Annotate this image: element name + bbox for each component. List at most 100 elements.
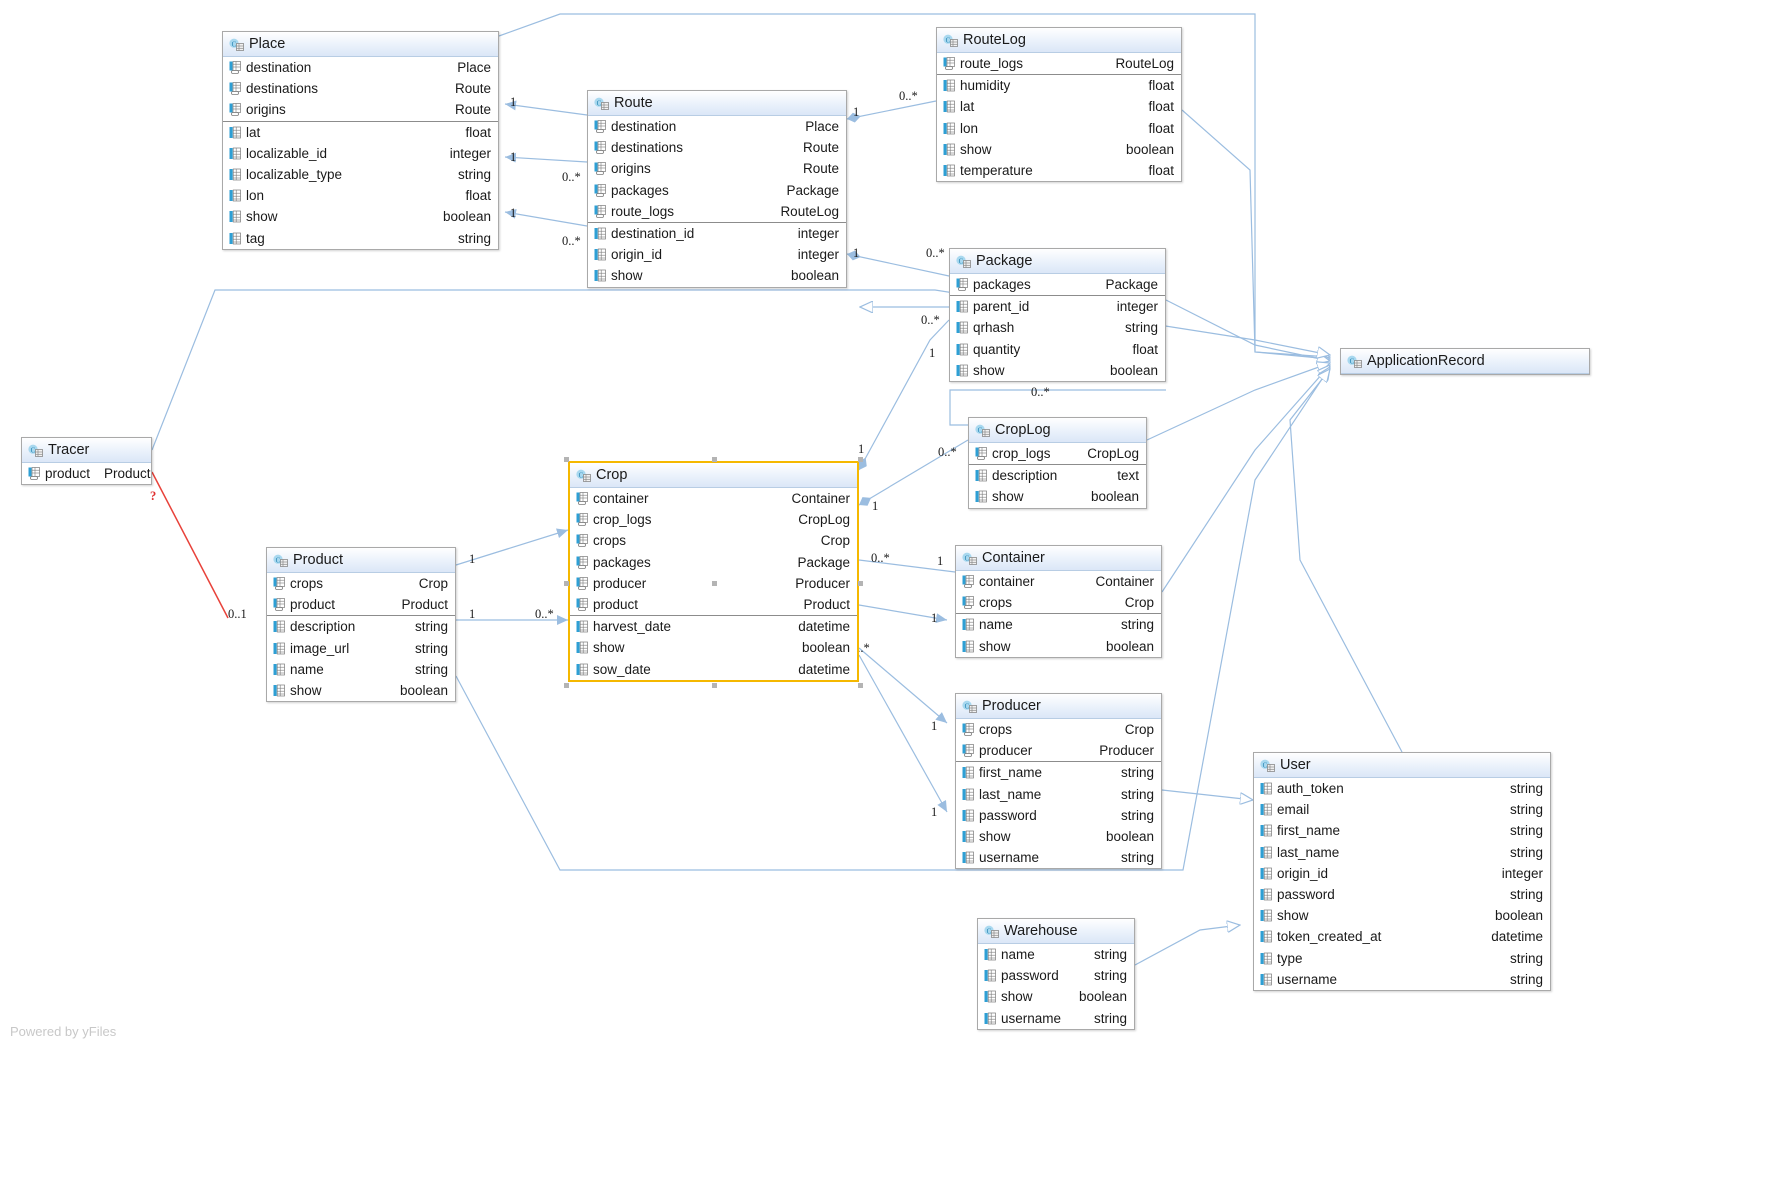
- attribute-row[interactable]: show boolean: [937, 139, 1181, 160]
- attribute-row[interactable]: password string: [956, 805, 1161, 826]
- attribute-row[interactable]: localizable_id integer: [223, 143, 498, 164]
- association-row[interactable]: crops Crop: [570, 530, 857, 551]
- attribute-row[interactable]: username string: [978, 1008, 1134, 1029]
- attribute-row[interactable]: token_created_at datetime: [1254, 926, 1550, 947]
- attribute-row[interactable]: lon float: [223, 185, 498, 206]
- association-row[interactable]: container Container: [570, 488, 857, 509]
- class-header[interactable]: C Container: [956, 546, 1161, 571]
- attribute-row[interactable]: sow_date datetime: [570, 659, 857, 680]
- attribute-row[interactable]: destination_id integer: [588, 223, 846, 244]
- selection-resize-handle[interactable]: [564, 683, 569, 688]
- association-row[interactable]: origins Route: [223, 99, 498, 120]
- association-row[interactable]: packages Package: [950, 274, 1165, 295]
- class-header[interactable]: C User: [1254, 753, 1550, 778]
- uml-class-product[interactable]: C Product crops Crop product Product descripti…: [266, 547, 456, 703]
- association-row[interactable]: product Product: [267, 594, 455, 615]
- attribute-row[interactable]: humidity float: [937, 75, 1181, 96]
- attribute-row[interactable]: show boolean: [978, 986, 1134, 1007]
- class-header[interactable]: C Producer: [956, 694, 1161, 719]
- uml-class-container[interactable]: C Container container Container crops Crop nam…: [955, 545, 1162, 658]
- attribute-row[interactable]: show boolean: [588, 265, 846, 286]
- uml-class-tracer[interactable]: C Tracer product Product: [21, 437, 152, 486]
- attribute-row[interactable]: tag string: [223, 228, 498, 249]
- association-row[interactable]: crops Crop: [956, 592, 1161, 613]
- uml-diagram-canvas[interactable]: C Place destination Place destinations Route o…: [0, 0, 1790, 1195]
- uml-class-warehouse[interactable]: C Warehouse name string password string show bo…: [977, 918, 1135, 1030]
- attribute-row[interactable]: show boolean: [956, 636, 1161, 657]
- uml-class-applicationrecord[interactable]: C ApplicationRecord: [1340, 348, 1590, 375]
- association-row[interactable]: crops Crop: [267, 573, 455, 594]
- selection-resize-handle[interactable]: [858, 683, 863, 688]
- class-header[interactable]: C Package: [950, 249, 1165, 274]
- association-row[interactable]: route_logs RouteLog: [588, 201, 846, 222]
- attribute-row[interactable]: show boolean: [1254, 905, 1550, 926]
- uml-class-place[interactable]: C Place destination Place destinations Route o…: [222, 31, 499, 250]
- attribute-row[interactable]: origin_id integer: [588, 244, 846, 265]
- association-row[interactable]: destinations Route: [223, 78, 498, 99]
- attribute-row[interactable]: name string: [978, 944, 1134, 965]
- association-row[interactable]: product Product: [22, 463, 151, 484]
- association-row[interactable]: packages Package: [588, 180, 846, 201]
- attribute-row[interactable]: image_url string: [267, 638, 455, 659]
- attribute-row[interactable]: show boolean: [956, 826, 1161, 847]
- association-row[interactable]: destination Place: [588, 116, 846, 137]
- attribute-row[interactable]: password string: [978, 965, 1134, 986]
- attribute-row[interactable]: localizable_type string: [223, 164, 498, 185]
- attribute-row[interactable]: type string: [1254, 948, 1550, 969]
- attribute-row[interactable]: description text: [969, 465, 1146, 486]
- selection-resize-handle[interactable]: [858, 581, 863, 586]
- attribute-row[interactable]: harvest_date datetime: [570, 616, 857, 637]
- attribute-row[interactable]: username string: [956, 847, 1161, 868]
- attribute-row[interactable]: password string: [1254, 884, 1550, 905]
- association-row[interactable]: crop_logs CropLog: [570, 509, 857, 530]
- attribute-row[interactable]: name string: [956, 614, 1161, 635]
- attribute-row[interactable]: show boolean: [267, 680, 455, 701]
- class-header[interactable]: C Product: [267, 548, 455, 573]
- selection-resize-handle[interactable]: [564, 581, 569, 586]
- attribute-row[interactable]: name string: [267, 659, 455, 680]
- class-header[interactable]: C Route: [588, 91, 846, 116]
- association-row[interactable]: crop_logs CropLog: [969, 443, 1146, 464]
- association-row[interactable]: destinations Route: [588, 137, 846, 158]
- association-row[interactable]: packages Package: [570, 552, 857, 573]
- class-header[interactable]: C Warehouse: [978, 919, 1134, 944]
- uml-class-producer[interactable]: C Producer crops Crop producer Producer first_…: [955, 693, 1162, 870]
- attribute-row[interactable]: quantity float: [950, 339, 1165, 360]
- attribute-row[interactable]: qrhash string: [950, 317, 1165, 338]
- attribute-row[interactable]: show boolean: [969, 486, 1146, 507]
- attribute-row[interactable]: username string: [1254, 969, 1550, 990]
- attribute-row[interactable]: first_name string: [1254, 820, 1550, 841]
- selection-resize-handle[interactable]: [564, 457, 569, 462]
- attribute-row[interactable]: parent_id integer: [950, 296, 1165, 317]
- association-row[interactable]: container Container: [956, 571, 1161, 592]
- selection-resize-handle[interactable]: [711, 581, 717, 586]
- class-header[interactable]: C Place: [223, 32, 498, 57]
- attribute-row[interactable]: lat float: [223, 122, 498, 143]
- attribute-row[interactable]: origin_id integer: [1254, 863, 1550, 884]
- class-header[interactable]: C ApplicationRecord: [1341, 349, 1589, 374]
- attribute-row[interactable]: show boolean: [570, 637, 857, 658]
- uml-class-user[interactable]: C User auth_token string email string first_na…: [1253, 752, 1551, 991]
- attribute-row[interactable]: show boolean: [223, 206, 498, 227]
- attribute-row[interactable]: email string: [1254, 799, 1550, 820]
- attribute-row[interactable]: last_name string: [1254, 842, 1550, 863]
- uml-class-croplog[interactable]: C CropLog crop_logs CropLog description text s…: [968, 417, 1147, 509]
- uml-class-crop[interactable]: C Crop container Container crop_logs CropLog c…: [568, 461, 859, 682]
- class-header[interactable]: C Tracer: [22, 438, 151, 463]
- selection-resize-handle[interactable]: [711, 683, 717, 688]
- association-row[interactable]: origins Route: [588, 158, 846, 179]
- selection-resize-handle[interactable]: [858, 457, 863, 462]
- class-header[interactable]: C RouteLog: [937, 28, 1181, 53]
- association-row[interactable]: product Product: [570, 594, 857, 615]
- association-row[interactable]: route_logs RouteLog: [937, 53, 1181, 74]
- association-row[interactable]: producer Producer: [956, 740, 1161, 761]
- class-header[interactable]: C CropLog: [969, 418, 1146, 443]
- attribute-row[interactable]: lat float: [937, 96, 1181, 117]
- attribute-row[interactable]: temperature float: [937, 160, 1181, 181]
- association-row[interactable]: crops Crop: [956, 719, 1161, 740]
- attribute-row[interactable]: lon float: [937, 118, 1181, 139]
- uml-class-routelog[interactable]: C RouteLog route_logs RouteLog humidity float…: [936, 27, 1182, 183]
- attribute-row[interactable]: auth_token string: [1254, 778, 1550, 799]
- class-header[interactable]: C Crop: [570, 463, 857, 488]
- uml-class-package[interactable]: C Package packages Package parent_id integer q…: [949, 248, 1166, 382]
